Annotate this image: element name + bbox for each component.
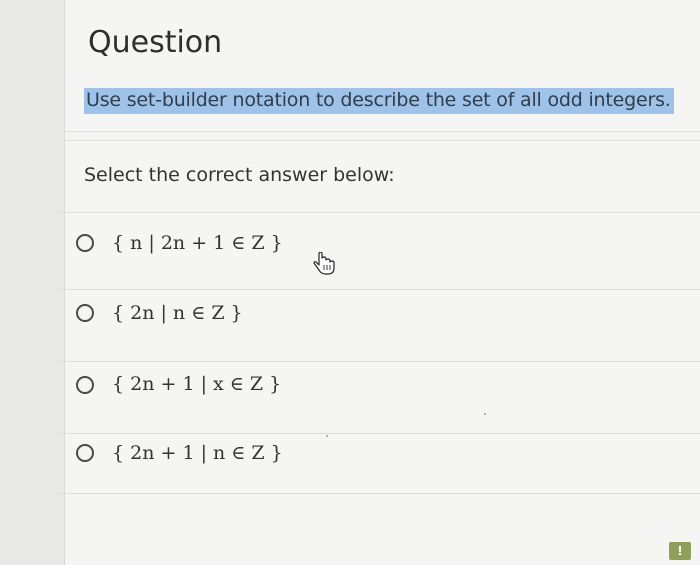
feedback-icon[interactable]: !: [669, 542, 691, 560]
screen-speck: [484, 413, 486, 415]
answer-option-1[interactable]: { n | 2n + 1 ∈ Z }: [60, 213, 700, 283]
divider: [58, 493, 700, 494]
hand-pointer-icon: [313, 252, 335, 275]
answer-instruction: Select the correct answer below:: [84, 164, 395, 186]
answer-option-label: { n | 2n + 1 ∈ Z }: [112, 232, 283, 254]
radio-button[interactable]: [76, 376, 94, 394]
answer-option-label: { 2n + 1 | n ∈ Z }: [112, 442, 283, 464]
answer-option-label: { 2n + 1 | x ∈ Z }: [112, 373, 282, 395]
screen-speck: [326, 435, 328, 437]
radio-button[interactable]: [76, 304, 94, 322]
radio-button[interactable]: [76, 234, 94, 252]
question-prompt: Use set-builder notation to describe the…: [84, 88, 674, 114]
divider: [64, 140, 700, 141]
radio-button[interactable]: [76, 444, 94, 462]
answer-option-3[interactable]: { 2n + 1 | x ∈ Z }: [60, 362, 700, 432]
answer-option-label: { 2n | n ∈ Z }: [112, 302, 243, 324]
answer-option-2[interactable]: { 2n | n ∈ Z }: [60, 290, 700, 360]
divider: [64, 131, 700, 132]
question-title: Question: [88, 25, 223, 60]
